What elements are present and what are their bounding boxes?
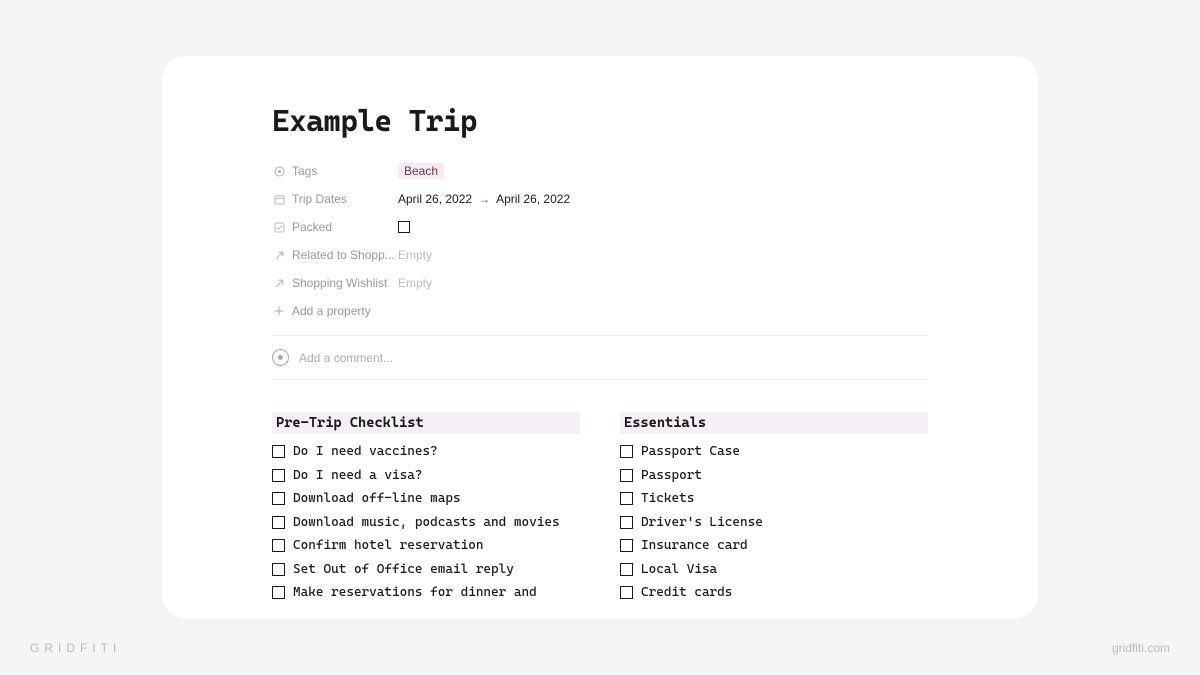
property-related-shopping-value[interactable]: Empty bbox=[398, 248, 432, 262]
todo-text[interactable]: Do I need vaccines? bbox=[293, 442, 580, 462]
todo-item[interactable]: Insurance card bbox=[620, 536, 928, 556]
column-essentials: Essentials Passport Case Passport Tickets D… bbox=[620, 412, 928, 607]
todo-checkbox[interactable] bbox=[620, 516, 633, 529]
todo-item[interactable]: Do I need a visa? bbox=[272, 466, 580, 486]
todo-checkbox[interactable] bbox=[272, 445, 285, 458]
property-trip-dates-value[interactable]: April 26, 2022 → April 26, 2022 bbox=[398, 192, 570, 206]
pretrip-list: Do I need vaccines? Do I need a visa? Down… bbox=[272, 442, 580, 603]
todo-item[interactable]: Passport Case bbox=[620, 442, 928, 462]
property-tags-value[interactable]: Beach bbox=[398, 163, 444, 179]
todo-item[interactable]: Set Out of Office email reply bbox=[272, 560, 580, 580]
todo-text[interactable]: Download off-line maps bbox=[293, 489, 580, 509]
comment-icon bbox=[272, 349, 289, 366]
todo-checkbox[interactable] bbox=[272, 539, 285, 552]
todo-item[interactable]: Do I need vaccines? bbox=[272, 442, 580, 462]
relation-icon bbox=[272, 276, 286, 290]
property-shopping-wishlist-value[interactable]: Empty bbox=[398, 276, 432, 290]
add-property-button[interactable]: Add a property bbox=[272, 297, 928, 325]
properties-block: Tags Beach Trip Dates April 26, 2022 → A… bbox=[272, 157, 928, 325]
heading-essentials[interactable]: Essentials bbox=[620, 412, 928, 434]
todo-checkbox[interactable] bbox=[272, 586, 285, 599]
property-packed[interactable]: Packed bbox=[272, 213, 928, 241]
todo-checkbox[interactable] bbox=[620, 563, 633, 576]
todo-item[interactable]: Make reservations for dinner and bbox=[272, 583, 580, 603]
arrow-icon: → bbox=[478, 192, 490, 206]
tag-icon bbox=[272, 164, 286, 178]
todo-text[interactable]: Download music, podcasts and movies bbox=[293, 513, 580, 533]
property-related-shopping[interactable]: Related to Shopp... Empty bbox=[272, 241, 928, 269]
page-card: Example Trip Tags Beach Trip Dates April bbox=[162, 56, 1038, 619]
todo-text[interactable]: Tickets bbox=[641, 489, 928, 509]
todo-item[interactable]: Download music, podcasts and movies bbox=[272, 513, 580, 533]
todo-item[interactable]: Tickets bbox=[620, 489, 928, 509]
add-comment-input[interactable]: Add a comment... bbox=[272, 336, 928, 380]
property-packed-value[interactable] bbox=[398, 221, 410, 233]
packed-checkbox[interactable] bbox=[398, 221, 410, 233]
property-trip-dates-label[interactable]: Trip Dates bbox=[272, 192, 398, 206]
todo-item[interactable]: Local Visa bbox=[620, 560, 928, 580]
tag-chip-beach[interactable]: Beach bbox=[398, 163, 444, 179]
todo-checkbox[interactable] bbox=[620, 445, 633, 458]
todo-checkbox[interactable] bbox=[620, 586, 633, 599]
property-trip-dates[interactable]: Trip Dates April 26, 2022 → April 26, 20… bbox=[272, 185, 928, 213]
todo-checkbox[interactable] bbox=[620, 492, 633, 505]
property-shopping-wishlist[interactable]: Shopping Wishlist Empty bbox=[272, 269, 928, 297]
property-tags[interactable]: Tags Beach bbox=[272, 157, 928, 185]
content-columns: Pre-Trip Checklist Do I need vaccines?Do… bbox=[272, 412, 928, 607]
page-title: Example Trip bbox=[272, 104, 928, 139]
todo-item[interactable]: Credit cards bbox=[620, 583, 928, 603]
essentials-list: Passport Case Passport Tickets Driver's Lic… bbox=[620, 442, 928, 603]
todo-item[interactable]: Confirm hotel reservation bbox=[272, 536, 580, 556]
column-pretrip: Pre-Trip Checklist Do I need vaccines?Do… bbox=[272, 412, 580, 607]
watermark-url: gridfiti.com bbox=[1112, 641, 1170, 655]
todo-checkbox[interactable] bbox=[272, 563, 285, 576]
property-shopping-wishlist-label[interactable]: Shopping Wishlist bbox=[272, 276, 398, 290]
todo-checkbox[interactable] bbox=[620, 539, 633, 552]
calendar-icon bbox=[272, 192, 286, 206]
property-tags-label[interactable]: Tags bbox=[272, 164, 398, 178]
todo-item[interactable]: Driver's License bbox=[620, 513, 928, 533]
todo-checkbox[interactable] bbox=[620, 469, 633, 482]
todo-item[interactable]: Download off-line maps bbox=[272, 489, 580, 509]
watermark-brand: GRIDFITI bbox=[30, 641, 121, 655]
property-related-shopping-label[interactable]: Related to Shopp... bbox=[272, 248, 398, 262]
property-packed-label[interactable]: Packed bbox=[272, 220, 398, 234]
todo-text[interactable]: Insurance card bbox=[641, 536, 928, 556]
todo-text[interactable]: Confirm hotel reservation bbox=[293, 536, 580, 556]
todo-checkbox[interactable] bbox=[272, 516, 285, 529]
plus-icon bbox=[272, 304, 286, 318]
todo-text[interactable]: Passport bbox=[641, 466, 928, 486]
todo-item[interactable]: Passport bbox=[620, 466, 928, 486]
todo-text[interactable]: Local Visa bbox=[641, 560, 928, 580]
relation-icon bbox=[272, 248, 286, 262]
todo-text[interactable]: Credit cards bbox=[641, 583, 928, 603]
checkbox-property-icon bbox=[272, 220, 286, 234]
todo-checkbox[interactable] bbox=[272, 469, 285, 482]
todo-text[interactable]: Set Out of Office email reply bbox=[293, 560, 580, 580]
todo-text[interactable]: Do I need a visa? bbox=[293, 466, 580, 486]
todo-text[interactable]: Make reservations for dinner and bbox=[293, 583, 580, 603]
todo-checkbox[interactable] bbox=[272, 492, 285, 505]
todo-text[interactable]: Passport Case bbox=[641, 442, 928, 462]
heading-pretrip[interactable]: Pre-Trip Checklist bbox=[272, 412, 580, 434]
todo-text[interactable]: Driver's License bbox=[641, 513, 928, 533]
